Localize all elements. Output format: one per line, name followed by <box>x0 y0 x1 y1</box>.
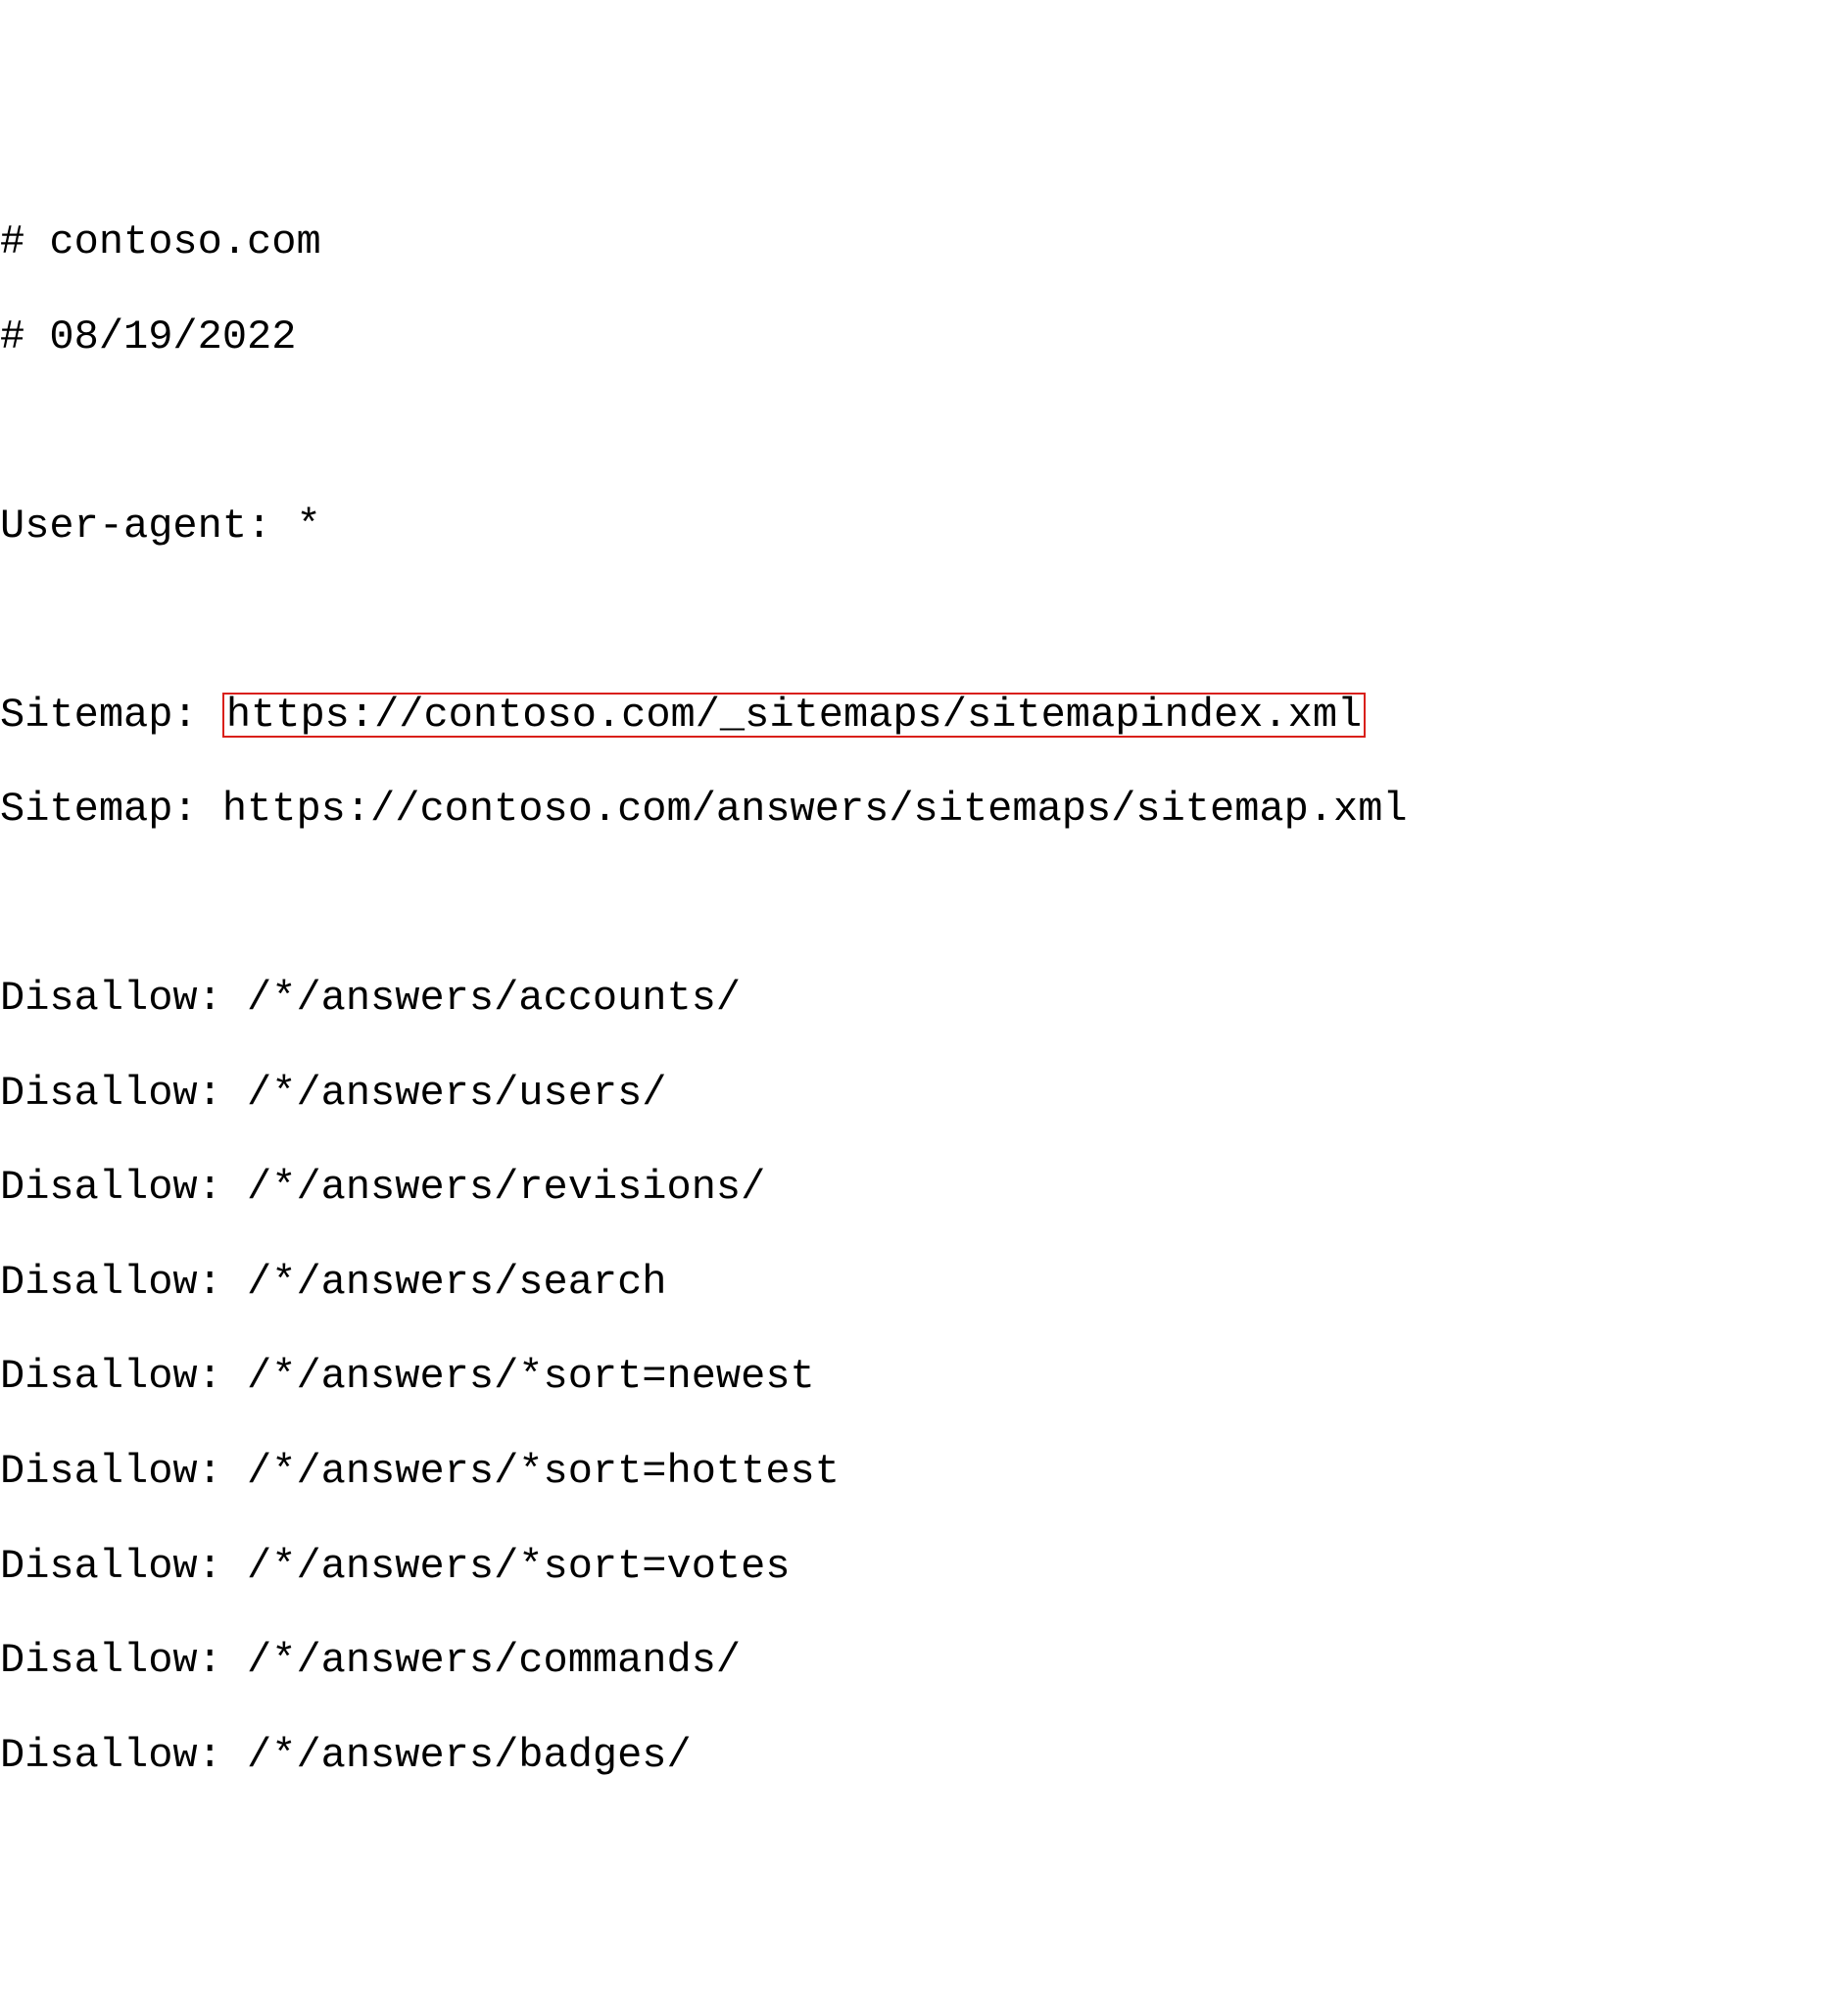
robots-user-agent: User-agent: * <box>0 503 1828 550</box>
robots-comment-date: # 08/19/2022 <box>0 313 1828 360</box>
sitemap-label: Sitemap: <box>0 692 222 739</box>
robots-disallow-2: Disallow: /*/answers/users/ <box>0 1070 1828 1117</box>
robots-disallow-4: Disallow: /*/answers/search <box>0 1259 1828 1306</box>
robots-disallow-9: Disallow: /*/answers/badges/ <box>0 1732 1828 1779</box>
robots-sitemap-1: Sitemap: https://contoso.com/_sitemaps/s… <box>0 692 1828 739</box>
robots-disallow-5: Disallow: /*/answers/*sort=newest <box>0 1353 1828 1400</box>
robots-disallow-8: Disallow: /*/answers/commands/ <box>0 1637 1828 1684</box>
robots-disallow-6: Disallow: /*/answers/*sort=hottest <box>0 1448 1828 1495</box>
robots-disallow-1: Disallow: /*/answers/accounts/ <box>0 975 1828 1022</box>
blank-line <box>0 597 1828 644</box>
robots-disallow-7: Disallow: /*/answers/*sort=votes <box>0 1543 1828 1590</box>
robots-sitemap-2: Sitemap: https://contoso.com/answers/sit… <box>0 786 1828 833</box>
highlighted-sitemap-url: https://contoso.com/_sitemaps/sitemapind… <box>222 693 1366 738</box>
robots-disallow-3: Disallow: /*/answers/revisions/ <box>0 1164 1828 1211</box>
robots-comment-domain: # contoso.com <box>0 218 1828 265</box>
blank-line <box>0 408 1828 455</box>
blank-line <box>0 881 1828 928</box>
